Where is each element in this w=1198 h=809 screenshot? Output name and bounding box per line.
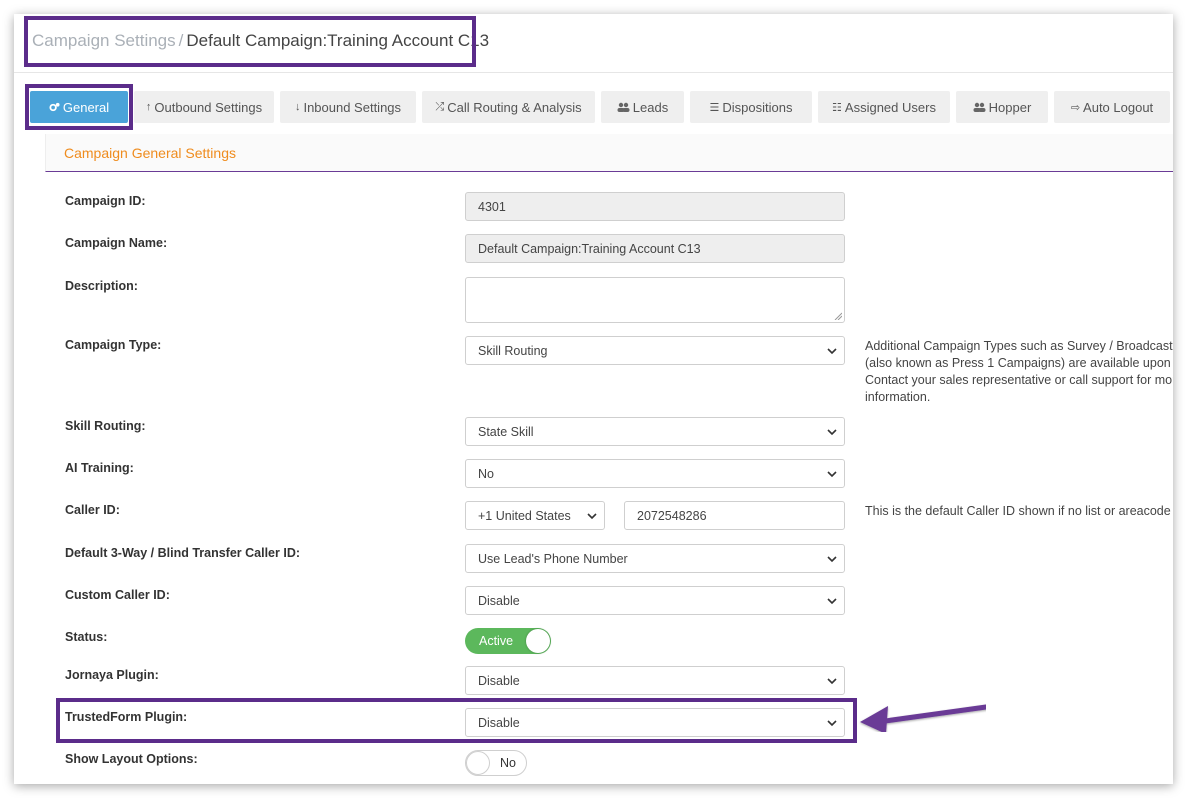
tab-outbound-settings[interactable]: ↑ Outbound Settings [134,91,274,123]
arrow-up-icon: ↑ [145,101,152,113]
help-line: information. [865,390,931,404]
show-layout-toggle[interactable]: No [465,750,527,776]
tab-label: Auto Logout [1083,99,1154,115]
ai-training-value: No [478,466,494,481]
section-title: Campaign General Settings [64,144,236,161]
users-icon [617,102,630,112]
tab-label: Outbound Settings [154,99,263,115]
skill-routing-select[interactable]: State Skill [465,417,845,446]
caller-id-number-value: 2072548286 [637,508,707,523]
help-line: Contact your sales representative or cal… [865,373,1173,387]
jornaya-value: Disable [478,673,520,688]
transfer-caller-id-label: Default 3-Way / Blind Transfer Caller ID… [65,546,301,560]
chevron-down-icon [827,429,837,436]
caller-id-country-value: +1 United States [478,508,571,523]
app-frame: Campaign Settings / Default Campaign:Train… [14,14,1173,784]
annotation-arrow-icon [860,704,986,732]
chevron-down-icon [827,471,837,478]
arrow-down-icon: ↓ [294,101,301,113]
shuffle-icon: ⤮ [435,100,445,113]
skill-routing-value: State Skill [478,424,534,439]
list-ol-icon: ☷ [832,101,842,114]
status-toggle[interactable]: Active [465,628,551,654]
chevron-down-icon [827,598,837,605]
campaign-name-value: Default Campaign:Training Account C13 [478,241,701,256]
sign-out-icon: ⇨ [1070,101,1081,114]
general-settings-section: Campaign General Settings Campaign ID: 4… [45,134,1173,784]
tab-label: Assigned Users [844,99,936,115]
description-textarea[interactable] [465,277,845,323]
section-header: Campaign General Settings [45,134,1173,172]
tab-leads[interactable]: Leads [601,91,684,123]
tab-auto-logout[interactable]: ⇨ Auto Logout [1054,91,1170,123]
tab-assigned-users[interactable]: ☷ Assigned Users [818,91,950,123]
transfer-caller-id-value: Use Lead's Phone Number [478,551,628,566]
show-layout-toggle-label: No [500,756,516,770]
caller-id-country-select[interactable]: +1 United States [465,501,605,530]
chevron-down-icon [587,513,597,520]
trustedform-highlight [56,698,857,743]
campaign-id-field[interactable]: 4301 [465,192,845,221]
tab-label: Call Routing & Analysis [447,99,582,115]
help-line: Additional Campaign Types such as Survey… [865,339,1173,353]
tab-dispositions[interactable]: ☰ Dispositions [690,91,812,123]
help-line: (also known as Press 1 Campaigns) are av… [865,356,1173,370]
campaign-type-label: Campaign Type: [65,338,162,352]
ai-training-label: AI Training: [65,461,134,475]
breadcrumb-highlight [24,16,476,67]
tab-call-routing[interactable]: ⤮ Call Routing & Analysis [422,91,595,123]
tab-label: Dispositions [722,99,793,115]
custom-caller-id-label: Custom Caller ID: [65,588,170,602]
tab-label: Hopper [988,99,1032,115]
header-divider [14,72,1173,73]
custom-caller-id-value: Disable [478,593,520,608]
custom-caller-id-select[interactable]: Disable [465,586,845,615]
toggle-knob [526,629,550,653]
tab-bar: General ↑ Outbound Settings ↓ Inbound Se… [30,91,1173,123]
jornaya-select[interactable]: Disable [465,666,845,695]
campaign-name-field[interactable]: Default Campaign:Training Account C13 [465,234,845,263]
toggle-knob [466,751,490,775]
tab-label: Leads [632,99,669,115]
caller-id-label: Caller ID: [65,503,120,517]
campaign-id-value: 4301 [478,199,506,214]
campaign-type-select[interactable]: Skill Routing [465,336,845,365]
tab-hopper[interactable]: Hopper [956,91,1048,123]
campaign-type-value: Skill Routing [478,343,548,358]
status-toggle-label: Active [479,634,514,648]
ai-training-select[interactable]: No [465,459,845,488]
skill-routing-label: Skill Routing: [65,419,146,433]
tab-label: Inbound Settings [303,99,402,115]
show-layout-label: Show Layout Options: [65,752,198,766]
list-icon: ☰ [709,101,720,114]
caller-id-number-input[interactable]: 2072548286 [624,501,845,530]
campaign-name-label: Campaign Name: [65,236,168,250]
status-label: Status: [65,630,108,644]
chevron-down-icon [827,348,837,355]
chevron-down-icon [827,678,837,685]
jornaya-label: Jornaya Plugin: [65,668,159,682]
campaign-id-label: Campaign ID: [65,194,146,208]
transfer-caller-id-select[interactable]: Use Lead's Phone Number [465,544,845,573]
users-icon [973,102,986,112]
campaign-type-help: Additional Campaign Types such as Survey… [865,338,1173,406]
general-tab-highlight [25,84,133,130]
description-label: Description: [65,279,138,293]
caller-id-help: This is the default Caller ID shown if n… [865,504,1173,518]
tab-inbound-settings[interactable]: ↓ Inbound Settings [280,91,416,123]
chevron-down-icon [827,556,837,563]
resize-grip-icon[interactable] [834,312,842,320]
